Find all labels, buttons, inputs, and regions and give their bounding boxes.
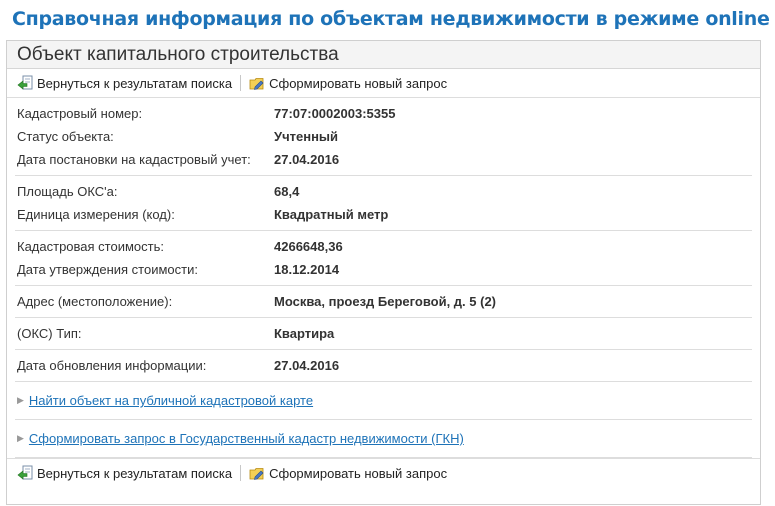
field-label: Кадастровая стоимость:: [17, 239, 164, 254]
gkn-request-link[interactable]: Сформировать запрос в Государственный ка…: [29, 431, 464, 446]
info-section-type: (ОКС) Тип: Квартира: [15, 318, 752, 350]
field-value: Квартира: [274, 326, 335, 341]
field-label: Адрес (местоположение):: [17, 294, 173, 309]
chevron-right-icon: ▶: [17, 395, 24, 405]
field-label: Дата постановки на кадастровый учет:: [17, 152, 251, 167]
field-label: Кадастровый номер:: [17, 106, 143, 121]
back-to-results-label: Вернуться к результатам поиска: [37, 465, 233, 481]
back-arrow-icon: [17, 75, 33, 91]
field-value: 27.04.2016: [274, 152, 340, 167]
field-value: 4266648,36: [274, 239, 343, 254]
field-label: Дата утверждения стоимости:: [17, 262, 198, 277]
info-row: Дата утверждения стоимости: 18.12.2014: [15, 258, 752, 281]
info-row: Дата обновления информации: 27.04.2016: [15, 354, 752, 377]
info-row: Кадастровая стоимость: 4266648,36: [15, 235, 752, 258]
chevron-right-icon: ▶: [17, 433, 24, 443]
field-value: 18.12.2014: [274, 262, 340, 277]
field-label: Площадь ОКС'а:: [17, 184, 118, 199]
back-to-results-label: Вернуться к результатам поиска: [37, 75, 233, 91]
field-value: Москва, проезд Береговой, д. 5 (2): [274, 294, 497, 309]
field-label: Дата обновления информации:: [17, 358, 207, 373]
folder-pen-icon: [249, 75, 265, 91]
info-section-area: Площадь ОКС'а: 68,4 Единица измерения (к…: [15, 176, 752, 231]
field-value: 77:07:0002003:5355: [274, 106, 396, 121]
top-toolbar: Вернуться к результатам поиска Сформиров…: [7, 69, 760, 98]
info-row: Дата постановки на кадастровый учет: 27.…: [15, 148, 752, 171]
field-value: 27.04.2016: [274, 358, 340, 373]
bottom-toolbar: Вернуться к результатам поиска Сформиров…: [7, 458, 760, 487]
toolbar-divider: [240, 75, 242, 91]
page-title: Справочная информация по объектам недвиж…: [12, 8, 770, 30]
back-arrow-icon: [17, 465, 33, 481]
field-label: Статус объекта:: [17, 129, 114, 144]
new-request-label: Сформировать новый запрос: [269, 465, 448, 481]
gkn-link-row: ▶ Сформировать запрос в Государственный …: [15, 420, 752, 458]
info-row: Адрес (местоположение): Москва, проезд Б…: [15, 290, 752, 313]
new-request-label: Сформировать новый запрос: [269, 75, 448, 91]
info-section-cost: Кадастровая стоимость: 4266648,36 Дата у…: [15, 231, 752, 286]
field-value: Учтенный: [274, 129, 339, 144]
back-to-results-button[interactable]: Вернуться к результатам поиска: [13, 462, 236, 484]
folder-pen-icon: [249, 465, 265, 481]
info-section-address: Адрес (местоположение): Москва, проезд Б…: [15, 286, 752, 318]
info-row: Площадь ОКС'а: 68,4: [15, 180, 752, 203]
field-label: (ОКС) Тип:: [17, 326, 82, 341]
object-panel: Объект капитального строительства Вернут…: [6, 40, 761, 505]
back-to-results-button[interactable]: Вернуться к результатам поиска: [13, 72, 236, 94]
public-cadastral-map-link[interactable]: Найти объект на публичной кадастровой ка…: [29, 393, 313, 408]
info-row: (ОКС) Тип: Квартира: [15, 322, 752, 345]
field-value: Квадратный метр: [274, 207, 389, 222]
panel-header: Объект капитального строительства: [7, 41, 760, 69]
toolbar-divider: [240, 465, 242, 481]
new-request-button[interactable]: Сформировать новый запрос: [245, 72, 451, 94]
map-link-row: ▶ Найти объект на публичной кадастровой …: [15, 382, 752, 420]
info-row: Единица измерения (код): Квадратный метр: [15, 203, 752, 226]
info-section-updated: Дата обновления информации: 27.04.2016: [15, 350, 752, 382]
info-section-registration: Кадастровый номер: 77:07:0002003:5355 Ст…: [15, 98, 752, 176]
info-row: Кадастровый номер: 77:07:0002003:5355: [15, 102, 752, 125]
field-label: Единица измерения (код):: [17, 207, 175, 222]
new-request-button[interactable]: Сформировать новый запрос: [245, 462, 451, 484]
field-value: 68,4: [274, 184, 300, 199]
info-row: Статус объекта: Учтенный: [15, 125, 752, 148]
